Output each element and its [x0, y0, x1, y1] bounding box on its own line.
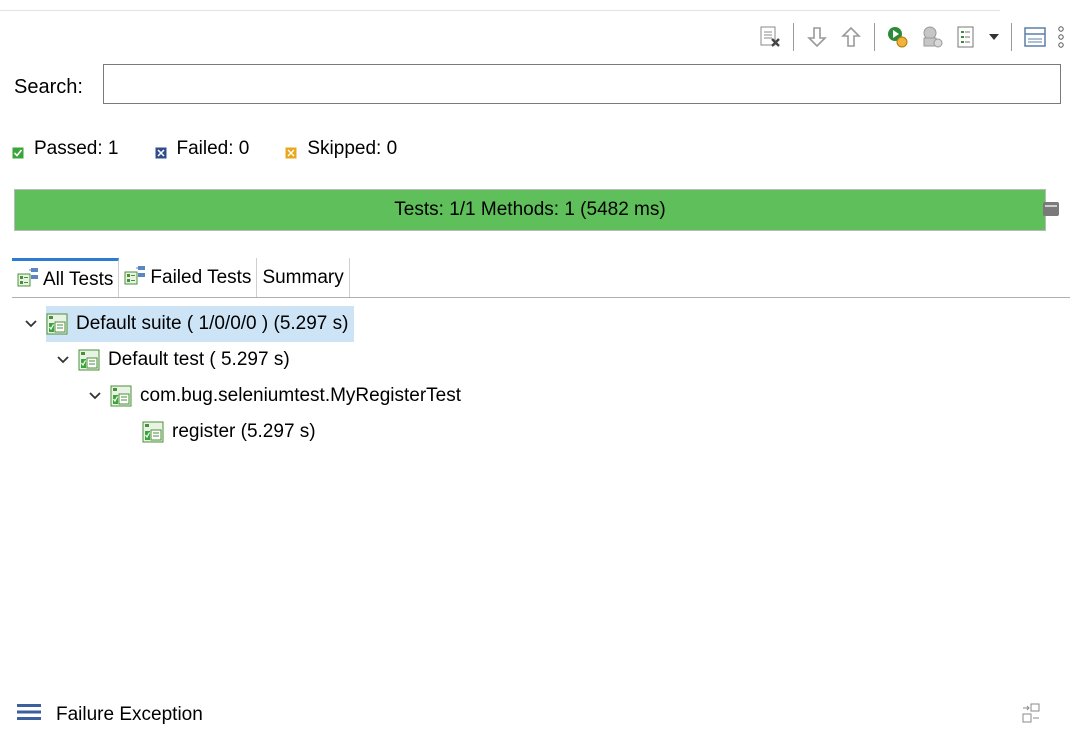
tab-summary[interactable]: Summary: [257, 258, 350, 298]
passed-icon: [12, 143, 24, 159]
tree-node-label-wrap: Default test ( 5.297 s): [78, 342, 296, 378]
tab-failed-tests[interactable]: Failed Tests: [119, 258, 258, 298]
suite-passed-icon: [46, 313, 68, 335]
tree-node-test[interactable]: Default test ( 5.297 s): [54, 342, 296, 378]
tree-node-text: com.bug.seleniumtest.MyRegisterTest: [140, 385, 462, 406]
test-progress-bar: Tests: 1/1 Methods: 1 (5482 ms): [14, 189, 1046, 231]
chevron-down-icon[interactable]: [22, 315, 40, 333]
rerun-test-icon[interactable]: [881, 20, 915, 54]
toolbar-separator: [874, 23, 875, 51]
failure-exception-label: Failure Exception: [56, 704, 203, 725]
passed-count: Passed: 1: [34, 138, 119, 159]
view-menu-icon[interactable]: [1052, 20, 1070, 54]
skipped-icon: [285, 143, 297, 159]
chevron-down-icon[interactable]: [54, 351, 72, 369]
tree-node-label-wrap: com.bug.seleniumtest.MyRegisterTest: [110, 378, 467, 414]
hierarchy-icon: [124, 265, 146, 291]
toolbar: [753, 18, 1070, 56]
tree-node-label-wrap: register (5.297 s): [142, 414, 322, 450]
tab-label: Failed Tests: [150, 267, 252, 288]
passed-counter: Passed: 1: [12, 138, 119, 160]
rerun-failed-icon[interactable]: [915, 20, 949, 54]
next-failure-icon[interactable]: [800, 20, 834, 54]
history-icon[interactable]: [949, 20, 983, 54]
tree-node-method[interactable]: register (5.297 s): [142, 414, 322, 450]
skipped-count: Skipped: 0: [307, 138, 398, 159]
tree-node-text: Default suite ( 1/0/0/0 ) (5.297 s): [76, 313, 349, 334]
result-tabs: All Tests Failed Tests Summary: [12, 258, 350, 298]
previous-failure-icon[interactable]: [834, 20, 868, 54]
toolbar-separator: [1011, 23, 1012, 51]
tabs-divider: [12, 297, 1070, 298]
top-divider: [0, 10, 1000, 11]
progress-text: Tests: 1/1 Methods: 1 (5482 ms): [394, 199, 666, 220]
failed-counter: Failed: 0: [155, 138, 250, 160]
method-passed-icon: [142, 421, 164, 443]
tree-node-class[interactable]: com.bug.seleniumtest.MyRegisterTest: [86, 378, 467, 414]
tab-label: Summary: [262, 267, 344, 288]
tree-node-text: register (5.297 s): [172, 421, 316, 442]
tree-node-suite[interactable]: Default suite ( 1/0/0/0 ) (5.297 s): [22, 306, 355, 342]
layout-icon[interactable]: [1018, 20, 1052, 54]
stack-trace-icon: [16, 703, 42, 727]
tree-node-text: Default test ( 5.297 s): [108, 349, 290, 370]
clear-results-icon[interactable]: [753, 20, 787, 54]
failed-icon: [155, 143, 167, 159]
failure-exception-header[interactable]: Failure Exception: [16, 703, 203, 727]
skipped-counter: Skipped: 0: [285, 138, 397, 160]
toolbar-separator: [793, 23, 794, 51]
tab-label: All Tests: [43, 268, 114, 290]
chevron-down-icon[interactable]: [86, 387, 104, 405]
search-label: Search:: [14, 76, 83, 98]
stop-icon[interactable]: [1043, 202, 1059, 216]
tab-all-tests[interactable]: All Tests: [12, 258, 120, 298]
class-passed-icon: [110, 385, 132, 407]
result-counters: Passed: 1 Failed: 0 Skipped: 0: [12, 138, 433, 160]
hierarchy-icon: [17, 267, 39, 293]
failed-count: Failed: 0: [176, 138, 250, 159]
test-passed-icon: [78, 349, 100, 371]
compare-results-icon[interactable]: [1020, 702, 1042, 729]
search-input[interactable]: [103, 64, 1061, 104]
dropdown-icon[interactable]: [983, 20, 1005, 54]
tree-node-label-wrap: Default suite ( 1/0/0/0 ) (5.297 s): [46, 306, 355, 342]
